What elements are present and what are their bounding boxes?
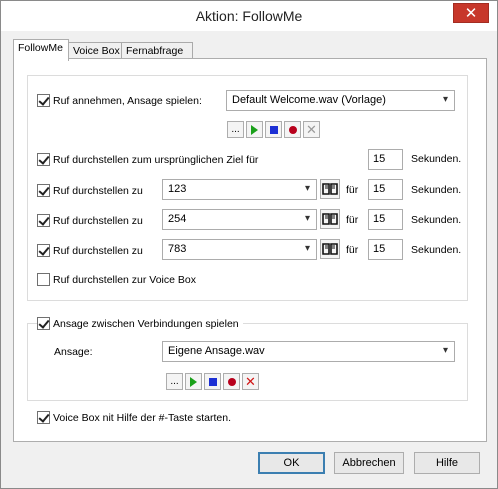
tab-followme[interactable]: FollowMe [13, 39, 69, 61]
forward-seconds-unit-1: Sekunden. [411, 184, 462, 196]
answer-row: Ruf annehmen, Ansage spielen: [37, 94, 202, 107]
forward-checkbox-1[interactable] [37, 184, 50, 197]
chevron-down-icon: ▾ [442, 94, 448, 105]
between-row: Ansage zwischen Verbindungen spielen [37, 317, 243, 330]
answer-label: Ruf annehmen, Ansage spielen: [53, 94, 202, 107]
original-target-label: Ruf durchstellen zum ursprünglichen Ziel… [53, 153, 259, 166]
phonebook-button-3[interactable] [320, 239, 340, 259]
forward-number-3: 783 [168, 243, 187, 255]
forward-number-select-2[interactable]: 254 ▾ [162, 209, 317, 230]
between-label: Ansage zwischen Verbindungen spielen [53, 317, 239, 330]
phonebook-icon [322, 243, 338, 255]
cancel-button[interactable]: Abbrechen [334, 452, 404, 474]
original-target-row: Ruf durchstellen zum ursprünglichen Ziel… [37, 153, 258, 166]
forward-row-3: Ruf durchstellen zu [37, 244, 143, 257]
delete-icon: ✕ [306, 122, 317, 137]
hash-start-checkbox[interactable] [37, 411, 50, 424]
title-bar: Aktion: FollowMe ✕ [1, 1, 497, 31]
forward-seconds-field-2[interactable]: 15 [368, 209, 403, 230]
welcome-file-select[interactable]: Default Welcome.wav (Vorlage) ▾ [226, 90, 455, 111]
dialog-window: Aktion: FollowMe ✕ FollowMe Voice Box Fe… [0, 0, 498, 489]
delete-button[interactable]: ✕ [303, 121, 320, 138]
ansage-file-value: Eigene Ansage.wav [168, 345, 265, 357]
browse-label: ... [231, 124, 240, 135]
ansage-file-select[interactable]: Eigene Ansage.wav ▾ [162, 341, 455, 362]
ansage-record-button[interactable] [223, 373, 240, 390]
ansage-delete-button[interactable]: ✕ [242, 373, 259, 390]
phonebook-icon [322, 213, 338, 225]
ok-button[interactable]: OK [258, 452, 325, 474]
voicebox-row: Ruf durchstellen zur Voice Box [37, 273, 196, 286]
forward-number-1: 123 [168, 183, 187, 195]
chevron-down-icon: ▾ [304, 213, 310, 224]
record-icon [288, 125, 297, 134]
between-checkbox[interactable] [37, 317, 50, 330]
forward-seconds-field-1[interactable]: 15 [368, 179, 403, 200]
welcome-file-value: Default Welcome.wav (Vorlage) [232, 94, 386, 106]
forward-checkbox-3[interactable] [37, 244, 50, 257]
voicebox-checkbox[interactable] [37, 273, 50, 286]
play-button[interactable] [246, 121, 263, 138]
record-button[interactable] [284, 121, 301, 138]
stop-button[interactable] [265, 121, 282, 138]
browse-label: ... [170, 376, 179, 387]
help-button[interactable]: Hilfe [414, 452, 480, 474]
followme-panel: Ruf annehmen, Ansage spielen: Default We… [13, 58, 487, 442]
forward-label-3: Ruf durchstellen zu [53, 244, 143, 257]
browse-button[interactable]: ... [227, 121, 244, 138]
phonebook-icon [322, 183, 338, 195]
phonebook-button-2[interactable] [320, 209, 340, 229]
close-button[interactable]: ✕ [453, 3, 489, 23]
ansage-label: Ansage: [54, 346, 93, 358]
ansage-play-button[interactable] [185, 373, 202, 390]
for-label-2: für [346, 214, 359, 226]
delete-icon: ✕ [245, 374, 256, 389]
forward-label-2: Ruf durchstellen zu [53, 214, 143, 227]
forward-seconds-unit-2: Sekunden. [411, 214, 462, 226]
stop-icon [208, 377, 217, 386]
hash-start-label: Voice Box nit Hilfe der #-Taste starten. [53, 411, 232, 424]
phonebook-button-1[interactable] [320, 179, 340, 199]
forward-seconds-unit-3: Sekunden. [411, 244, 462, 256]
forward-checkbox-2[interactable] [37, 214, 50, 227]
record-icon [227, 377, 236, 386]
voicebox-label: Ruf durchstellen zur Voice Box [53, 273, 196, 286]
ansage-stop-button[interactable] [204, 373, 221, 390]
stop-icon [269, 125, 278, 134]
forward-label-1: Ruf durchstellen zu [53, 184, 143, 197]
play-icon [190, 376, 197, 387]
original-seconds-unit: Sekunden. [411, 153, 462, 165]
answer-checkbox[interactable] [37, 94, 50, 107]
forward-number-select-1[interactable]: 123 ▾ [162, 179, 317, 200]
chevron-down-icon: ▾ [304, 243, 310, 254]
chevron-down-icon: ▾ [442, 345, 448, 356]
hash-start-row: Voice Box nit Hilfe der #-Taste starten. [37, 411, 231, 424]
play-icon [251, 124, 258, 135]
ansage-browse-button[interactable]: ... [166, 373, 183, 390]
original-target-checkbox[interactable] [37, 153, 50, 166]
chevron-down-icon: ▾ [304, 183, 310, 194]
for-label-3: für [346, 244, 359, 256]
forward-number-select-3[interactable]: 783 ▾ [162, 239, 317, 260]
original-seconds-field[interactable]: 15 [368, 149, 403, 170]
forward-row-1: Ruf durchstellen zu [37, 184, 143, 197]
forward-number-2: 254 [168, 213, 187, 225]
forward-row-2: Ruf durchstellen zu [37, 214, 143, 227]
window-title: Aktion: FollowMe [195, 8, 303, 24]
forward-seconds-field-3[interactable]: 15 [368, 239, 403, 260]
for-label-1: für [346, 184, 359, 196]
